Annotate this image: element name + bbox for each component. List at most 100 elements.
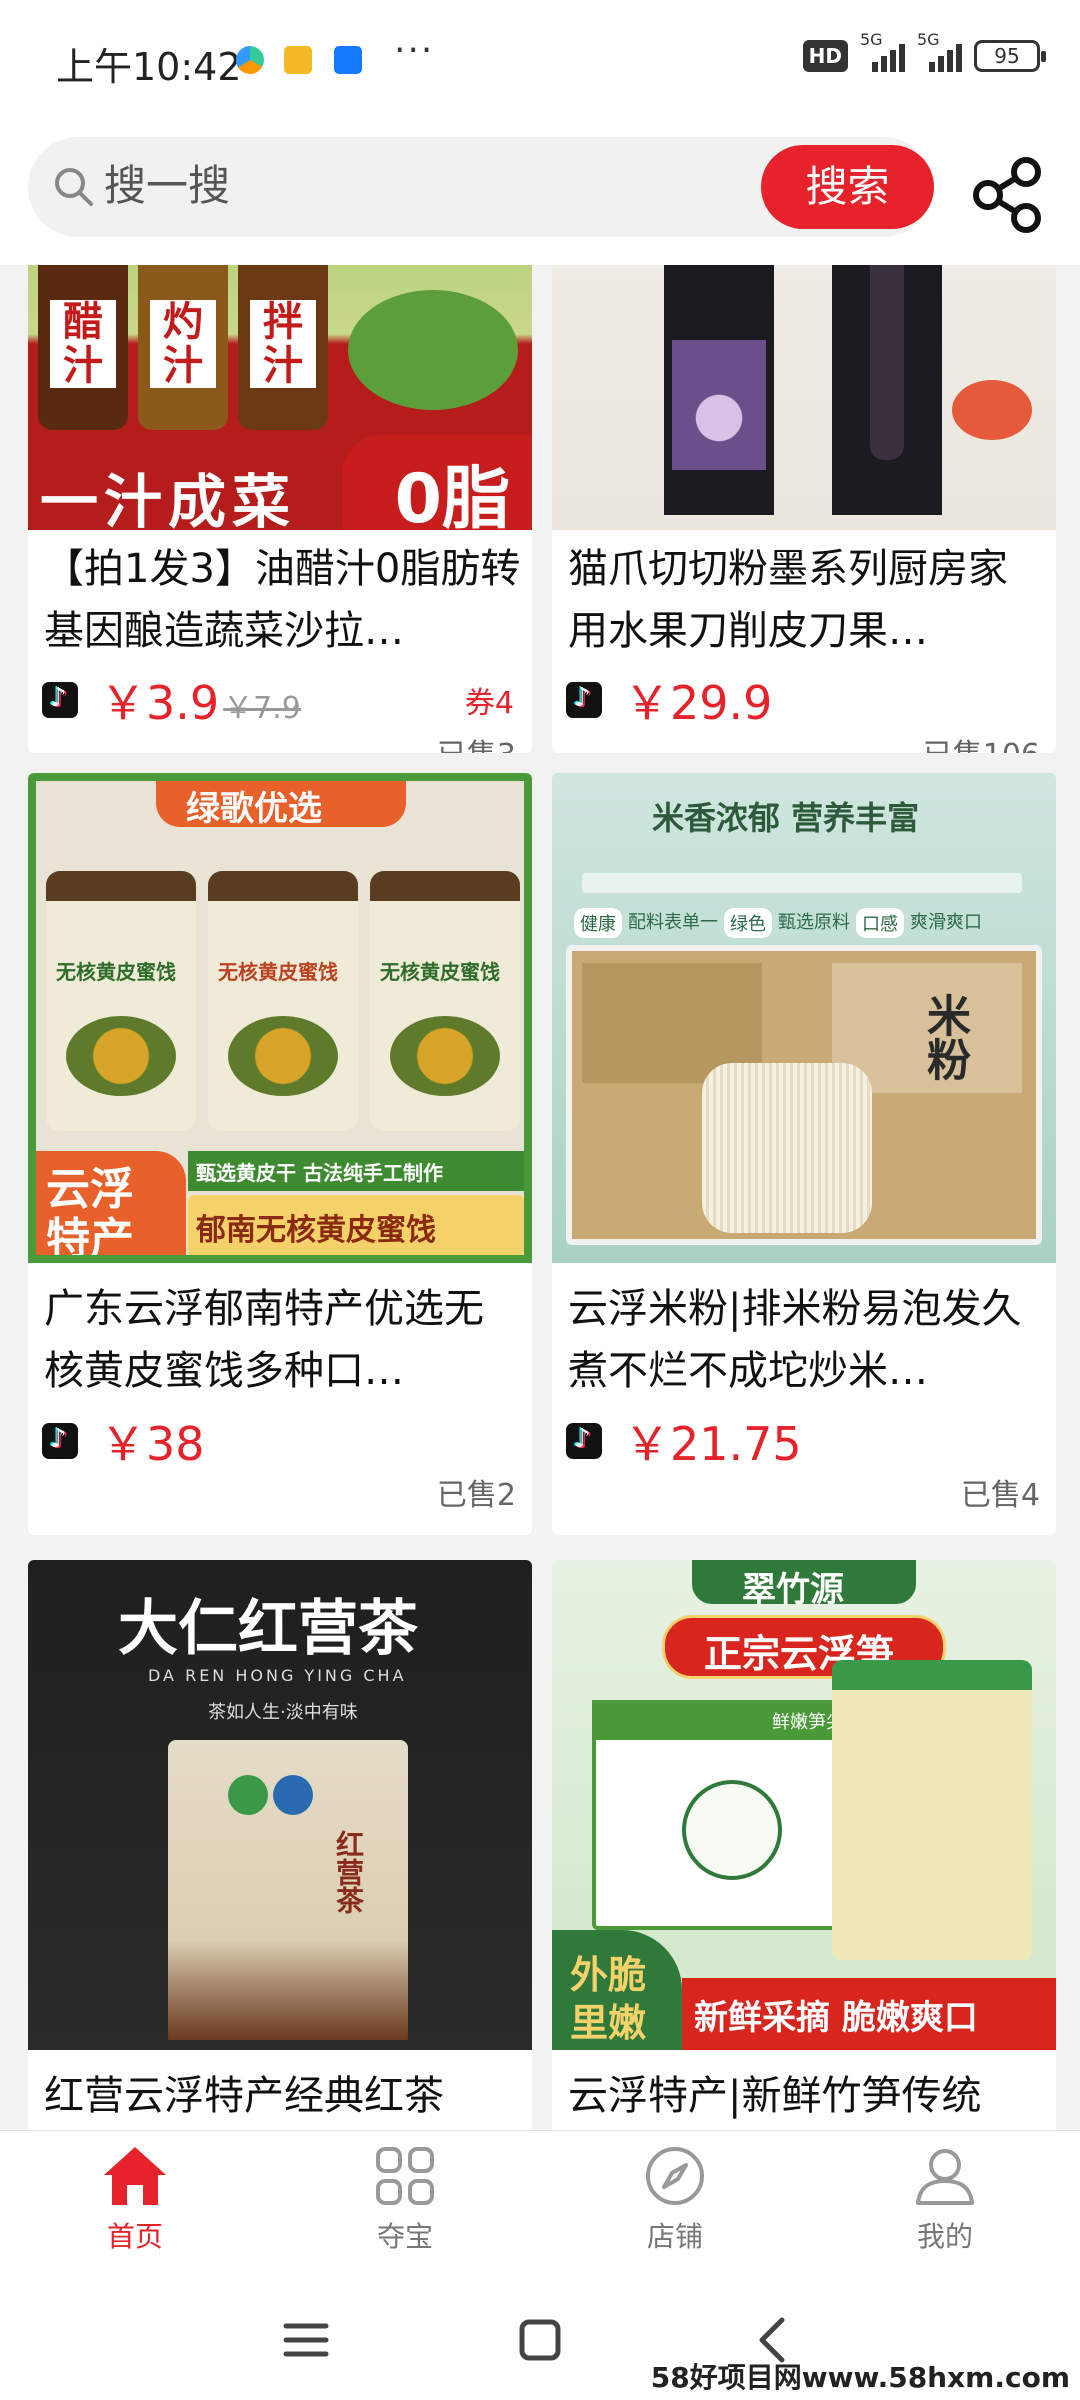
product-image-text: DA REN HONG YING CHA [148, 1666, 407, 1685]
product-card[interactable]: 米香浓郁 营养丰富 健康 配料表单一 绿色 甄选原料 口感 爽滑爽口 米粉 云浮… [552, 773, 1056, 1535]
price-row: ￥38 [42, 1411, 205, 1471]
system-navigation-bar: 58好项目网www.58hxm.com [0, 2280, 1080, 2400]
product-image-text: 米香浓郁 营养丰富 [652, 799, 920, 837]
product-image-text: 米粉 [919, 993, 970, 1081]
product-price: ￥3.9 [100, 676, 220, 730]
product-image [552, 265, 1056, 530]
alipay-notification-icon [334, 46, 362, 74]
product-title: 猫爪切切粉墨系列厨房家用水果刀削皮刀果… [568, 546, 1008, 654]
image-tag: 配料表单一 [628, 912, 718, 933]
search-icon [55, 168, 93, 206]
product-image-text: 灼汁 [150, 300, 216, 388]
product-info: 【拍1发3】油醋汁0脂肪转基因酿造蔬菜沙拉… ￥3.9 ￥7.9 券4 已售3 [28, 530, 532, 753]
product-card[interactable]: 猫爪切切粉墨系列厨房家用水果刀削皮刀果… ￥29.9 已售106 [552, 265, 1056, 753]
douyin-icon [566, 682, 602, 718]
product-image: 醋汁 灼汁 拌汁 一汁成菜 0脂 [28, 265, 532, 530]
product-card[interactable]: 醋汁 灼汁 拌汁 一汁成菜 0脂 【拍1发3】油醋汁0脂肪转基因酿造蔬菜沙拉… … [28, 265, 532, 753]
coupon-badge: 券4 [464, 686, 514, 721]
signal-icon: 5G [860, 30, 905, 72]
product-image-text: 无核黄皮蜜饯 [380, 960, 500, 984]
product-title: 广东云浮郁南特产优选无核黄皮蜜饯多种口… [44, 1286, 484, 1394]
battery-icon: 95 [974, 40, 1046, 72]
app-notification-icon [236, 46, 264, 74]
product-image-text: 外脆 [570, 1953, 647, 1997]
product-image-text: 0脂 [394, 460, 510, 530]
nav-label: 首页 [106, 2220, 163, 2253]
product-image-text: 翠竹源 [742, 1570, 844, 1610]
sold-count: 已售106 [923, 730, 1040, 753]
product-image-text: 新鲜采摘 脆嫩爽口 [694, 1998, 978, 2038]
nav-label: 店铺 [646, 2220, 703, 2253]
sold-count: 已售2 [436, 1478, 516, 1513]
more-notifications-icon: ··· [394, 30, 435, 71]
search-header: 搜索 [0, 125, 1080, 265]
price-row: ￥29.9 [566, 670, 772, 730]
bottom-nav: 首页 夺宝 店铺 我的 [0, 2130, 1080, 2280]
product-image-text: 拌汁 [250, 300, 316, 388]
search-input[interactable] [104, 161, 744, 210]
product-image-text: 郁南无核黄皮蜜饯 [196, 1213, 436, 1248]
nav-item-store[interactable]: 店铺 [540, 2145, 810, 2275]
douyin-icon [42, 682, 78, 718]
product-price: ￥21.75 [624, 1417, 802, 1471]
nav-item-treasure[interactable]: 夺宝 [270, 2145, 540, 2275]
product-card[interactable]: 绿歌优选 无核黄皮蜜饯 无核黄皮蜜饯 无核黄皮蜜饯 云浮 特产 甄选黄皮干 古法… [28, 773, 532, 1535]
price-row: ￥3.9 ￥7.9 券4 [42, 670, 518, 730]
original-price: ￥7.9 [223, 691, 301, 726]
product-image: 绿歌优选 无核黄皮蜜饯 无核黄皮蜜饯 无核黄皮蜜饯 云浮 特产 甄选黄皮干 古法… [28, 773, 532, 1263]
product-title: 红营云浮特产经典红茶 [44, 2073, 444, 2119]
status-bar: 上午10:42 ··· HD 5G 5G 95 [0, 0, 1080, 125]
douyin-icon [566, 1423, 602, 1459]
message-notification-icon [284, 46, 312, 74]
status-indicators: HD 5G 5G 95 [802, 30, 1046, 72]
product-info: 猫爪切切粉墨系列厨房家用水果刀削皮刀果… ￥29.9 已售106 [552, 530, 1056, 753]
menu-icon[interactable] [276, 2310, 336, 2370]
nav-item-home[interactable]: 首页 [0, 2145, 270, 2275]
image-tag: 绿色 [724, 908, 772, 938]
product-image-text: 绿歌优选 [186, 789, 322, 829]
product-feed[interactable]: 醋汁 灼汁 拌汁 一汁成菜 0脂 【拍1发3】油醋汁0脂肪转基因酿造蔬菜沙拉… … [0, 265, 1080, 2130]
product-title: 【拍1发3】油醋汁0脂肪转基因酿造蔬菜沙拉… [44, 546, 521, 654]
product-image: 大仁红营茶 DA REN HONG YING CHA 茶如人生·淡中有味 红营茶 [28, 1560, 532, 2050]
image-tag: 甄选原料 [778, 912, 850, 933]
sold-count: 已售4 [960, 1478, 1040, 1513]
product-card[interactable]: 翠竹源 正宗云浮笋 鲜嫩笋尖 外脆 里嫩 新鲜采摘 脆嫩爽口 云浮特产|新鲜竹笋… [552, 1560, 1056, 2130]
product-feature-tags: 健康 配料表单一 绿色 甄选原料 口感 爽滑爽口 [574, 908, 982, 938]
home-square-icon[interactable] [510, 2310, 570, 2370]
product-title: 云浮特产|新鲜竹笋传统 [568, 2073, 982, 2119]
nav-label: 夺宝 [376, 2220, 433, 2253]
nav-item-profile[interactable]: 我的 [810, 2145, 1080, 2275]
home-icon [104, 2147, 166, 2205]
signal-label: 5G [860, 30, 883, 49]
image-tag: 爽滑爽口 [910, 912, 982, 933]
product-image-text: 无核黄皮蜜饯 [218, 960, 338, 984]
product-price: ￥29.9 [624, 676, 773, 730]
compass-icon [646, 2147, 704, 2205]
nav-label: 我的 [916, 2220, 973, 2253]
product-image-text: 特产 [46, 1214, 134, 1263]
product-price: ￥38 [100, 1417, 205, 1471]
product-image: 翠竹源 正宗云浮笋 鲜嫩笋尖 外脆 里嫩 新鲜采摘 脆嫩爽口 [552, 1560, 1056, 2050]
product-image-text: 里嫩 [570, 2001, 647, 2045]
product-image-text: 无核黄皮蜜饯 [56, 960, 176, 984]
grid-icon [376, 2147, 434, 2205]
product-image-text: 红营茶 [332, 1830, 365, 1914]
status-time: 上午10:42 [56, 45, 242, 89]
douyin-icon [42, 1423, 78, 1459]
product-image-text: 大仁红营茶 [118, 1594, 418, 1664]
product-image: 米香浓郁 营养丰富 健康 配料表单一 绿色 甄选原料 口感 爽滑爽口 米粉 [552, 773, 1056, 1263]
share-icon[interactable] [968, 155, 1048, 235]
image-tag: 健康 [574, 908, 622, 938]
signal-label: 5G [917, 30, 940, 49]
product-image-text: 醋汁 [50, 300, 116, 388]
product-card[interactable]: 大仁红营茶 DA REN HONG YING CHA 茶如人生·淡中有味 红营茶… [28, 1560, 532, 2130]
hd-icon: HD [802, 40, 848, 72]
product-title: 云浮米粉|排米粉易泡发久煮不烂不成坨炒米… [568, 1286, 1022, 1394]
search-bar[interactable]: 搜索 [28, 137, 934, 237]
user-icon [916, 2149, 974, 2205]
search-button[interactable]: 搜索 [761, 145, 934, 229]
product-image-text: 茶如人生·淡中有味 [208, 1702, 358, 1723]
image-tag: 口感 [856, 908, 904, 938]
signal-icon: 5G [917, 30, 962, 72]
sold-count: 已售3 [437, 730, 516, 753]
